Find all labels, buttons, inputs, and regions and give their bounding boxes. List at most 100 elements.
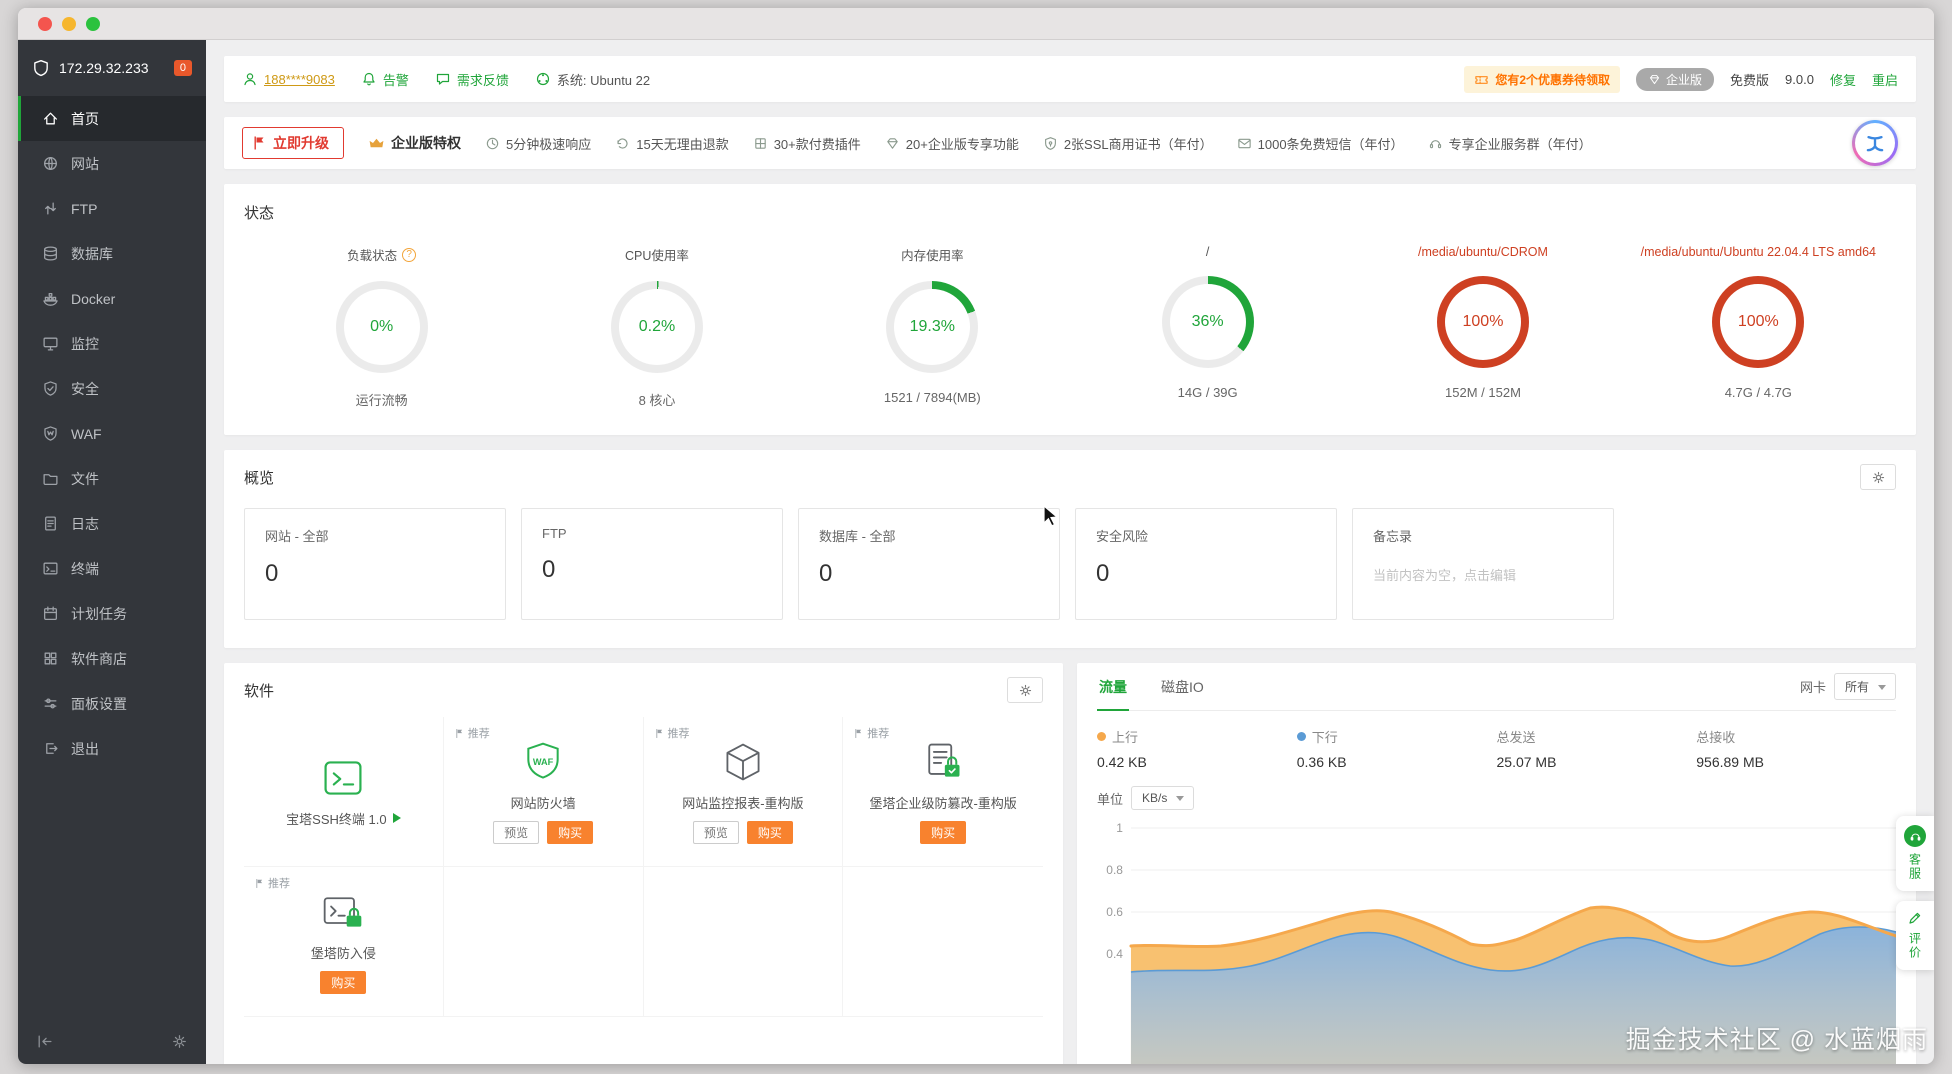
sidebar-item-terminal[interactable]: 终端	[18, 546, 206, 591]
sidebar-item-monitor[interactable]: 监控	[18, 321, 206, 366]
close-window-button[interactable]	[38, 16, 52, 31]
sidebar-item-site[interactable]: 网站	[18, 141, 206, 186]
software-cell[interactable]: 推荐 堡塔防入侵 购买	[244, 867, 444, 1017]
card-value: 0	[819, 560, 833, 587]
sidebar-item-label: 文件	[71, 470, 99, 487]
software-cell[interactable]: 推荐 WAF 网站防火墙 预览 购买	[443, 717, 644, 867]
software-cell[interactable]: 推荐 堡塔企业级防篡改-重构版 购买	[843, 717, 1043, 867]
sidebar-item-files[interactable]: 文件	[18, 456, 206, 501]
help-icon[interactable]: ?	[402, 247, 417, 262]
status-gauge[interactable]: /media/ubuntu/Ubuntu 22.04.4 LTS amd64 10…	[1621, 245, 1896, 409]
alarm-item[interactable]: 告警	[361, 70, 409, 89]
minimize-window-button[interactable]	[62, 16, 76, 31]
tab-traffic[interactable]: 流量	[1097, 663, 1129, 711]
software-cell[interactable]: 推荐 网站监控报表-重构版 预览 购买	[643, 717, 844, 867]
restart-button[interactable]: 重启	[1872, 70, 1898, 89]
repair-button[interactable]: 修复	[1830, 70, 1856, 89]
traffic-total: 总发送 25.07 MB	[1497, 727, 1697, 770]
collapse-sidebar-icon[interactable]	[36, 1033, 53, 1050]
overview-card[interactable]: FTP 0	[521, 508, 783, 620]
promo-item: 15天无理由退款	[615, 134, 729, 153]
zoom-window-button[interactable]	[86, 16, 100, 31]
crown-icon	[368, 135, 385, 152]
promo-item-label: 2张SSL商用证书（年付）	[1063, 136, 1213, 152]
coupon-banner[interactable]: 您有2个优惠券待领取	[1464, 65, 1621, 93]
overview-settings-button[interactable]	[1860, 464, 1896, 490]
sidebar-item-label: 计划任务	[71, 605, 127, 622]
server-alert-badge: 0	[173, 60, 192, 76]
status-gauge[interactable]: 内存使用率 19.3% 1521 / 7894(MB)	[795, 245, 1070, 409]
review-button[interactable]: 评价	[1896, 901, 1934, 970]
version-number: 9.0.0	[1785, 71, 1814, 87]
traffic-head: 流量 磁盘IO 网卡 所有	[1097, 663, 1896, 711]
enterprise-logo[interactable]	[1852, 120, 1898, 166]
sidebar-item-ftp[interactable]: FTP	[18, 186, 206, 231]
software-name[interactable]: 堡塔企业级防篡改-重构版	[869, 793, 1016, 812]
unit-row: 单位 KB/s	[1097, 786, 1896, 810]
sidebar-item-panel[interactable]: 面板设置	[18, 681, 206, 726]
promo-item-label: 15天无理由退款	[636, 136, 729, 152]
gauge-ring: 0%	[335, 281, 428, 373]
gear-icon	[1871, 470, 1886, 485]
overview-card[interactable]: 备忘录 当前内容为空，点击编辑	[1352, 508, 1614, 620]
status-gauge[interactable]: 负载状态? 0% 运行流畅	[244, 245, 519, 409]
sidebar-settings-icon[interactable]	[171, 1033, 188, 1050]
overview-card[interactable]: 网站 - 全部 0	[244, 508, 506, 620]
customer-service-button[interactable]: 客服	[1896, 816, 1934, 891]
card-label: 数据库 - 全部	[819, 529, 896, 544]
user-icon	[242, 71, 258, 87]
promo-item-label: 1000条免费短信（年付）	[1257, 136, 1404, 152]
sidebar-item-home[interactable]: 首页	[18, 96, 206, 141]
unit-select[interactable]: KB/s	[1131, 786, 1195, 810]
preview-button[interactable]: 预览	[493, 820, 540, 844]
plugin-icon	[753, 136, 768, 151]
software-grid: 宝塔SSH终端 1.0 推荐 WAF 网站防火墙 预览 购买 推荐 网站监控报表-重构版 预览购…	[244, 717, 1043, 1017]
legend-value: 0.36 KB	[1296, 754, 1347, 770]
status-title: 状态	[244, 205, 275, 222]
tab-disk-io[interactable]: 磁盘IO	[1159, 663, 1206, 710]
software-name[interactable]: 网站防火墙	[511, 793, 576, 812]
promo-bar: 立即升级 企业版特权 5分钟极速响应 15天无理由退款 30+款付费插件 20+企业版…	[224, 117, 1916, 169]
account-number[interactable]: 188****9083	[264, 72, 335, 87]
software-name[interactable]: 宝塔SSH终端 1.0	[286, 809, 401, 828]
software-head: 软件	[244, 677, 1043, 703]
promo-item: 2张SSL商用证书（年付）	[1043, 134, 1213, 153]
upgrade-button[interactable]: 立即升级	[242, 127, 344, 159]
server-info[interactable]: 172.29.32.233 0	[18, 40, 206, 96]
system-item[interactable]: 系统: Ubuntu 22	[535, 70, 650, 89]
overview-card[interactable]: 数据库 - 全部 0	[798, 508, 1060, 620]
buy-button[interactable]: 购买	[920, 820, 967, 844]
software-settings-button[interactable]	[1007, 677, 1043, 703]
buy-button[interactable]: 购买	[547, 820, 594, 844]
feedback-item[interactable]: 需求反馈	[435, 70, 509, 89]
buy-button[interactable]: 购买	[746, 820, 793, 844]
software-cell	[643, 867, 844, 1017]
status-gauges: 负载状态? 0% 运行流畅 CPU使用率 0.2% 8 核心 内存使用率 19.3% 1521 …	[244, 245, 1896, 409]
watermark: 掘金技术社区 @ 水蓝烟雨	[1625, 1026, 1928, 1054]
play-icon[interactable]	[392, 813, 401, 823]
sidebar-item-logs[interactable]: 日志	[18, 501, 206, 546]
software-name[interactable]: 网站监控报表-重构版	[682, 793, 803, 812]
nic-select[interactable]: 所有	[1833, 673, 1896, 700]
software-cell[interactable]: 宝塔SSH终端 1.0	[244, 717, 444, 867]
overview-card[interactable]: 安全风险 0	[1075, 508, 1337, 620]
sidebar-item-cron[interactable]: 计划任务	[18, 591, 206, 636]
sidebar-item-waf[interactable]: WAF	[18, 411, 206, 456]
status-gauge[interactable]: /media/ubuntu/CDROM 100% 152M / 152M	[1345, 245, 1620, 409]
sidebar-item-docker[interactable]: Docker	[18, 276, 206, 321]
status-gauge[interactable]: / 36% 14G / 39G	[1070, 245, 1345, 409]
sidebar-item-security[interactable]: 安全	[18, 366, 206, 411]
preview-button[interactable]: 预览	[692, 820, 739, 844]
status-gauge[interactable]: CPU使用率 0.2% 8 核心	[519, 245, 794, 409]
sidebar-item-database[interactable]: 数据库	[18, 231, 206, 276]
buy-button[interactable]: 购买	[320, 970, 367, 994]
feedback-label: 需求反馈	[456, 72, 509, 88]
edition-chip-label: 企业版	[1666, 72, 1703, 87]
svg-text:0.4: 0.4	[1106, 947, 1123, 961]
sidebar-item-logout[interactable]: 退出	[18, 726, 206, 771]
edition-chip[interactable]: 企业版	[1636, 67, 1715, 91]
account-item[interactable]: 188****9083	[242, 71, 335, 87]
gauge-sub: 4.7G / 4.7G	[1724, 385, 1792, 400]
software-name[interactable]: 堡塔防入侵	[311, 943, 376, 962]
sidebar-item-store[interactable]: 软件商店	[18, 636, 206, 681]
